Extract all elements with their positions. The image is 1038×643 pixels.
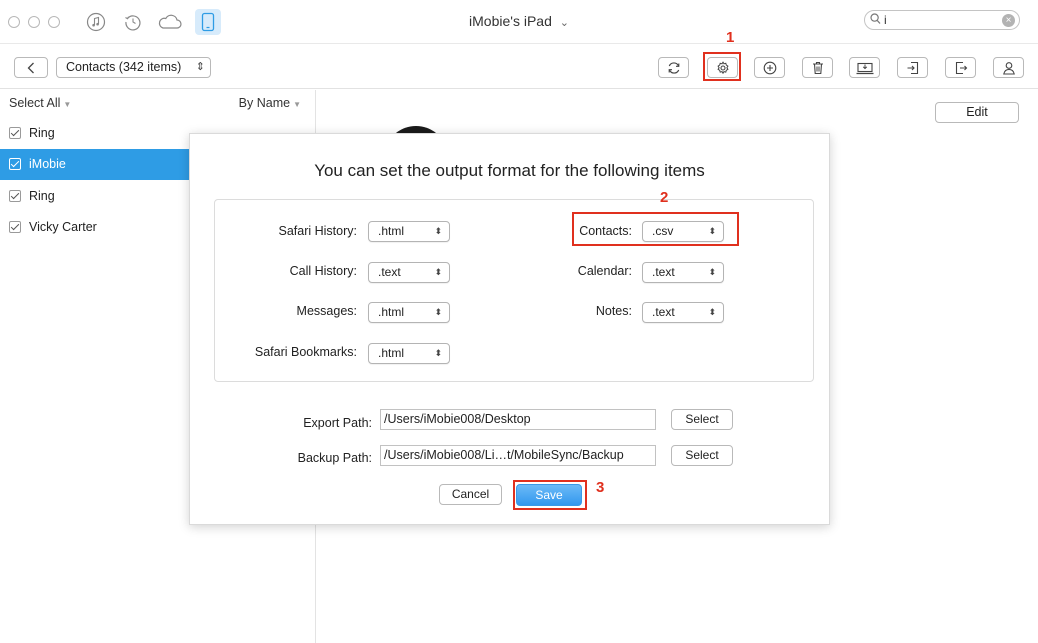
import-icon	[907, 61, 918, 74]
add-button[interactable]	[754, 57, 785, 78]
toolbar: Contacts (342 items) ⇕	[0, 45, 1038, 89]
call-history-format-select[interactable]: .text ⬍	[368, 262, 450, 283]
contact-name: Ring	[29, 126, 55, 140]
person-icon	[1002, 61, 1015, 75]
up-down-arrows-icon: ⬍	[434, 348, 442, 358]
export-icon	[955, 61, 967, 74]
zoom-window-button[interactable]	[48, 16, 60, 28]
backup-path-label: Backup Path:	[297, 451, 372, 465]
backup-path-select-button[interactable]: Select	[671, 445, 733, 466]
contact-checkbox[interactable]	[9, 127, 21, 139]
title-bar: iMobie's iPad ⌄ ×	[0, 0, 1038, 44]
category-select[interactable]: Contacts (342 items) ⇕	[56, 57, 211, 78]
device-selector[interactable]: iMobie's iPad ⌄	[469, 13, 569, 29]
app-window: iMobie's iPad ⌄ × Contacts (342 items) ⇕	[0, 0, 1038, 643]
contact-checkbox[interactable]	[9, 190, 21, 202]
contact-button[interactable]	[993, 57, 1024, 78]
contact-checkbox[interactable]	[9, 158, 21, 170]
safari-bookmarks-format-select[interactable]: .html ⬍	[368, 343, 450, 364]
step-number-3: 3	[596, 479, 605, 496]
clear-search-icon[interactable]: ×	[1002, 14, 1015, 27]
contact-checkbox[interactable]	[9, 221, 21, 233]
save-highlight-box	[513, 480, 587, 510]
chevron-left-icon	[27, 62, 34, 73]
category-label: Contacts (342 items)	[66, 60, 182, 74]
cloud-icon[interactable]	[157, 9, 183, 35]
contact-name: Vicky Carter	[29, 220, 97, 234]
notes-format-select[interactable]: .text ⬍	[642, 302, 724, 323]
contact-name: iMobie	[29, 157, 66, 171]
notes-label: Notes:	[595, 304, 632, 318]
refresh-icon	[668, 61, 679, 74]
messages-label: Messages:	[296, 304, 357, 318]
step-number-2: 2	[660, 189, 669, 206]
select-value: .text	[378, 265, 401, 279]
list-header: Select All ▼ By Name ▼	[0, 90, 315, 116]
trash-icon	[812, 61, 823, 74]
settings-highlight-box	[703, 52, 741, 81]
contact-name: Ring	[29, 189, 55, 203]
up-down-arrows-icon: ⬍	[434, 267, 442, 277]
up-down-arrows-icon: ⬍	[708, 267, 716, 277]
history-icon[interactable]	[120, 9, 146, 35]
select-all-toggle[interactable]: Select All ▼	[9, 96, 71, 110]
select-value: .html	[378, 346, 405, 360]
search-icon	[870, 13, 881, 28]
chevron-down-icon: ⌄	[559, 17, 569, 29]
export-to-computer-button[interactable]	[849, 57, 880, 78]
search-box[interactable]: ×	[864, 10, 1020, 30]
backup-path-field[interactable]: /Users/iMobie008/Li…t/MobileSync/Backup	[380, 445, 656, 466]
minimize-window-button[interactable]	[28, 16, 40, 28]
export-path-label: Export Path:	[303, 416, 372, 430]
caret-down-icon: ▼	[63, 100, 72, 109]
back-button[interactable]	[14, 57, 48, 78]
caret-down-icon: ▼	[293, 100, 301, 109]
cancel-button[interactable]: Cancel	[439, 484, 502, 505]
device-icon[interactable]	[195, 9, 221, 35]
step-number-1: 1	[726, 29, 735, 46]
refresh-button[interactable]	[658, 57, 689, 78]
export-path-select-button[interactable]: Select	[671, 409, 733, 430]
select-value: .html	[378, 305, 405, 319]
select-value: .html	[378, 224, 405, 238]
device-name: iMobie's iPad	[469, 13, 552, 29]
safari-bookmarks-label: Safari Bookmarks:	[254, 345, 357, 359]
call-history-label: Call History:	[289, 264, 357, 278]
up-down-arrows-icon: ⇕	[195, 61, 205, 73]
close-window-button[interactable]	[8, 16, 20, 28]
up-down-arrows-icon: ⬍	[434, 307, 442, 317]
output-format-dialog: You can set the output format for the fo…	[189, 133, 830, 525]
safari-history-format-select[interactable]: .html ⬍	[368, 221, 450, 242]
export-path-field[interactable]: /Users/iMobie008/Desktop	[380, 409, 656, 430]
select-value: .text	[652, 305, 675, 319]
contacts-format-highlight-box	[572, 212, 739, 246]
safari-history-label: Safari History:	[278, 224, 358, 238]
select-value: .text	[652, 265, 675, 279]
up-down-arrows-icon: ⬍	[708, 307, 716, 317]
format-settings-panel: Safari History: .html ⬍ Call History: .te…	[214, 199, 814, 382]
dialog-title: You can set the output format for the fo…	[314, 161, 705, 180]
sort-label: By Name	[238, 96, 291, 110]
edit-button[interactable]: Edit	[935, 102, 1019, 123]
select-all-label: Select All	[9, 96, 61, 110]
add-icon	[763, 61, 776, 74]
delete-button[interactable]	[802, 57, 833, 78]
search-input[interactable]	[884, 12, 994, 28]
import-button[interactable]	[897, 57, 928, 78]
calendar-format-select[interactable]: .text ⬍	[642, 262, 724, 283]
music-icon[interactable]	[83, 9, 109, 35]
up-down-arrows-icon: ⬍	[434, 226, 442, 236]
messages-format-select[interactable]: .html ⬍	[368, 302, 450, 323]
calendar-label: Calendar:	[577, 264, 632, 278]
sort-by-toggle[interactable]: By Name ▼	[239, 96, 301, 110]
export-button[interactable]	[945, 57, 976, 78]
computer-icon	[856, 62, 873, 74]
